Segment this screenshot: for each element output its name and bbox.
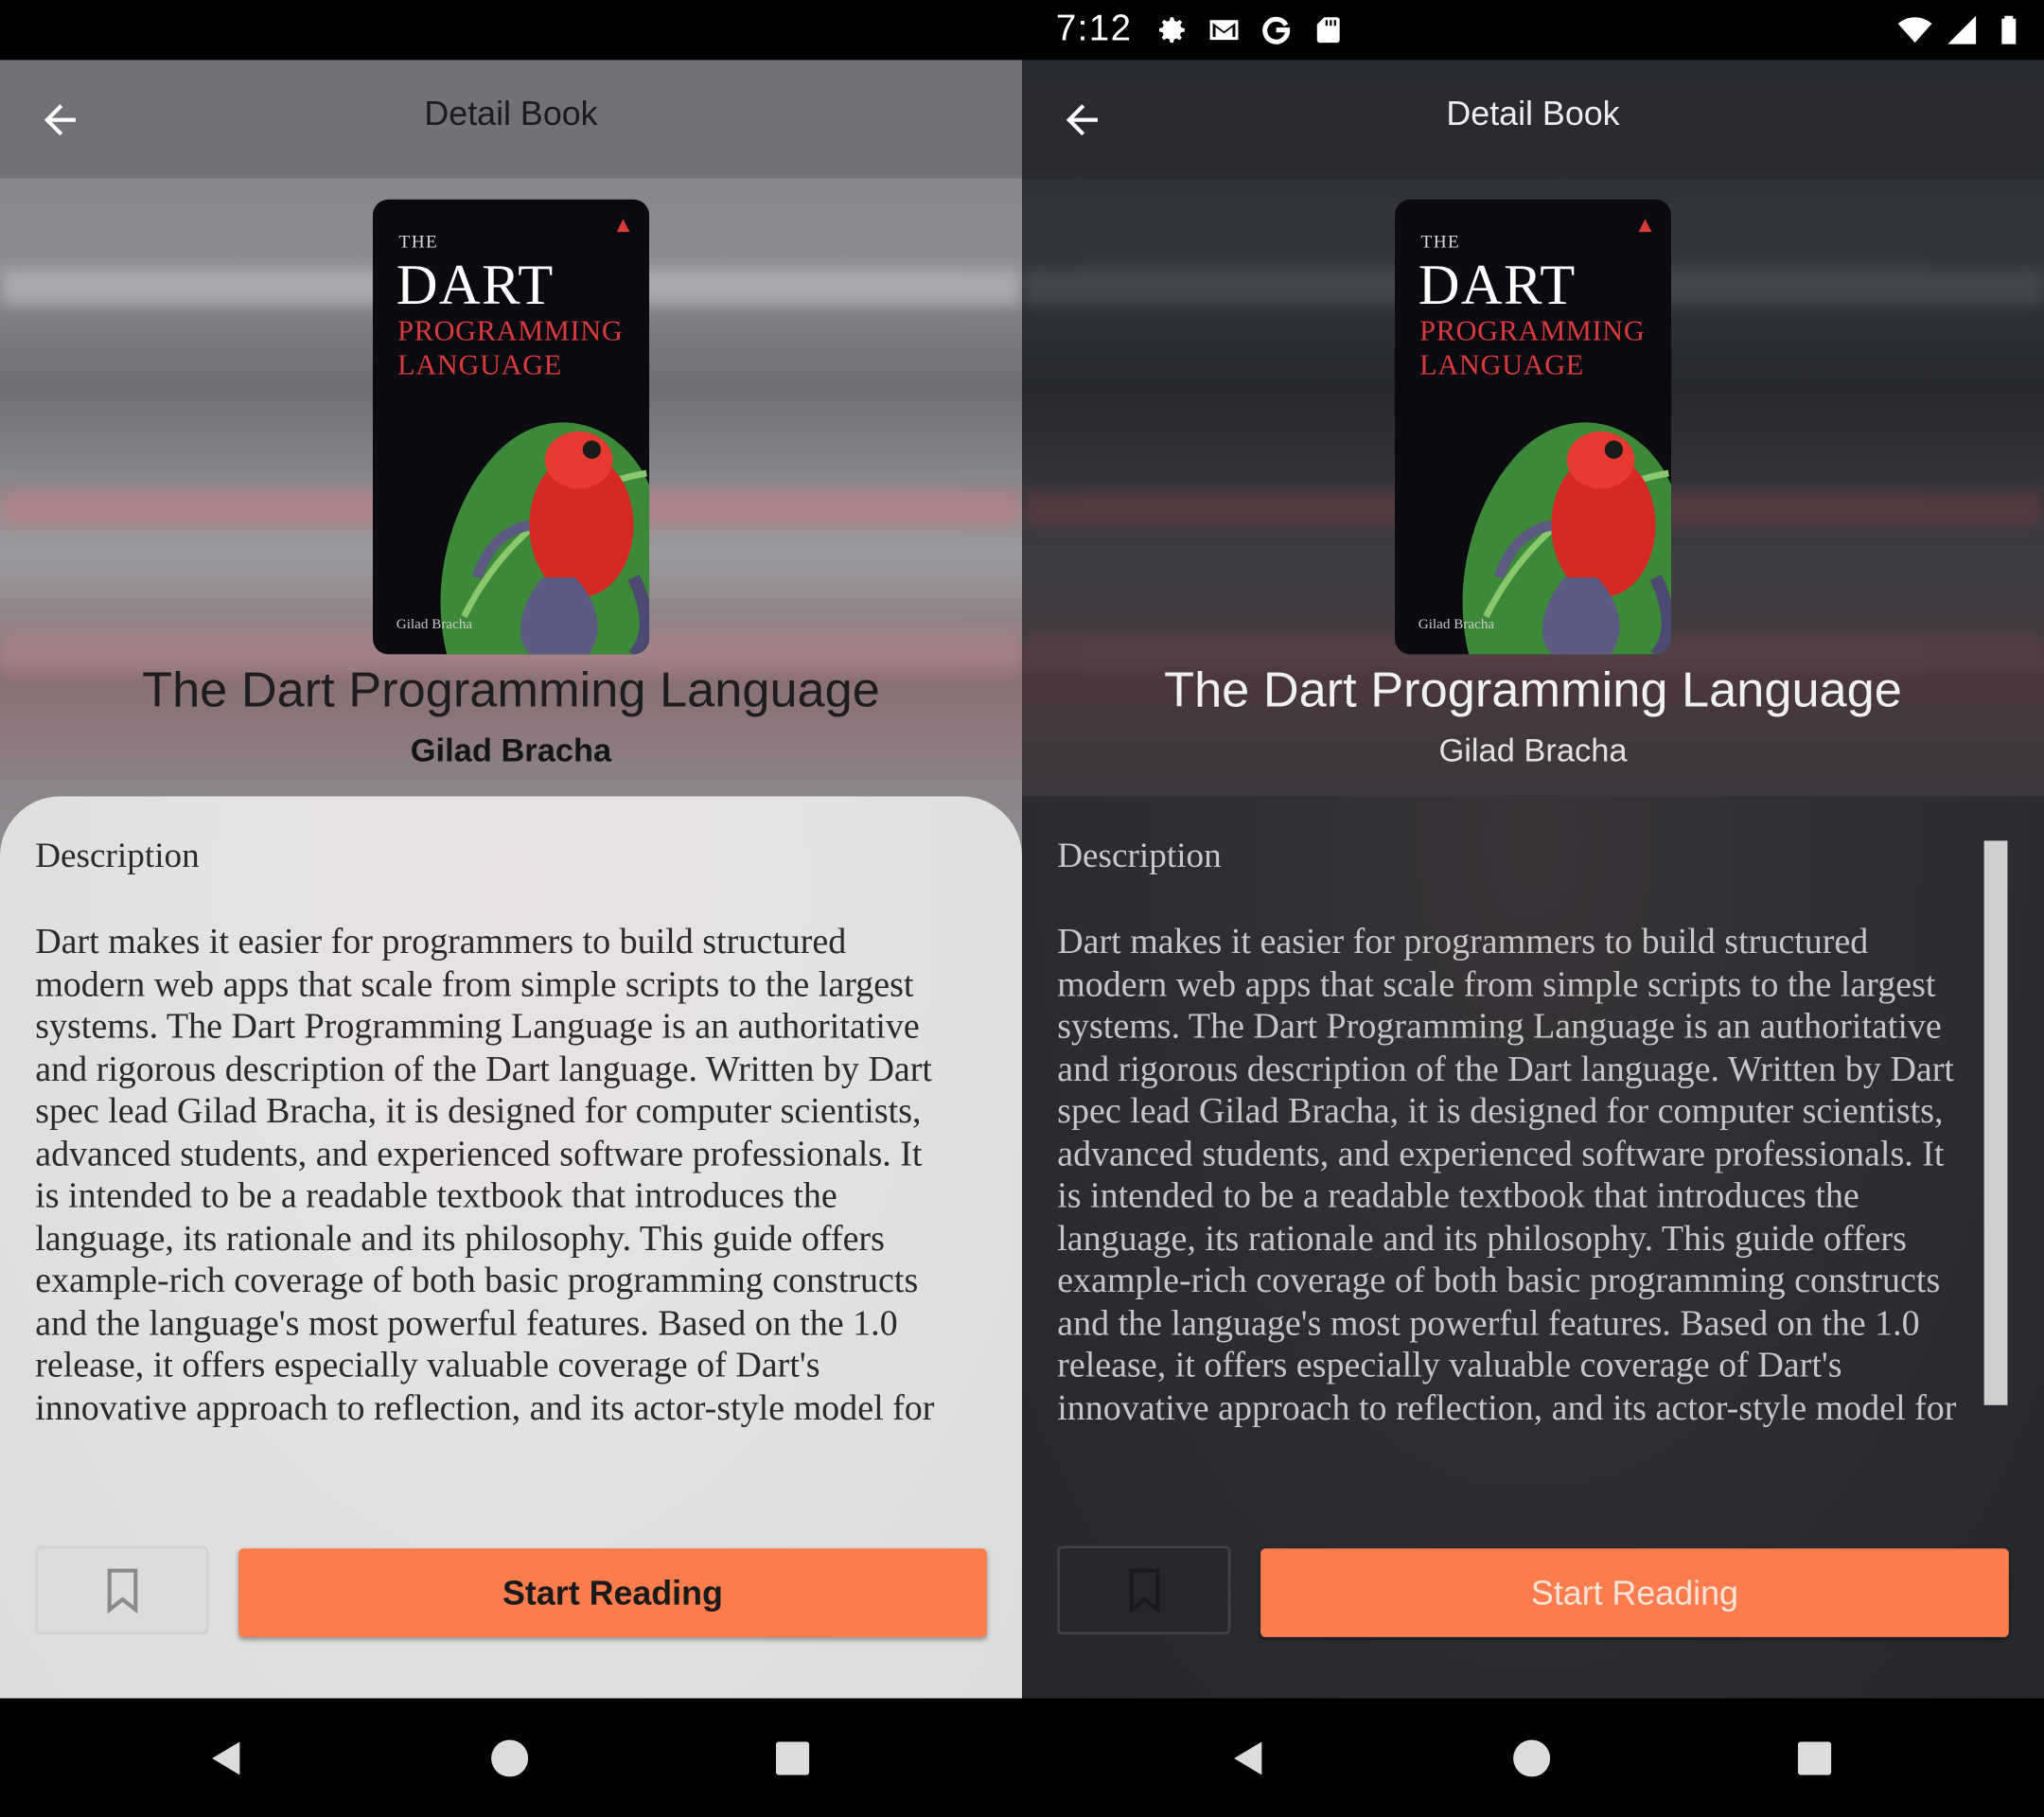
cover-dart-label: DART <box>396 253 555 317</box>
app-bar: Detail Book <box>1021 60 2044 179</box>
description-text[interactable]: Dart makes it easier for programmers to … <box>1057 920 1969 1520</box>
cover-author-label: Gilad Bracha <box>1418 616 1495 633</box>
status-bar: 7:12 <box>0 0 2044 61</box>
signal-icon <box>1945 13 1979 47</box>
cover-programming-label: PROGRAMMING <box>1419 313 1646 347</box>
book-title: The Dart Programming Language <box>142 663 880 718</box>
settings-icon <box>1155 13 1189 47</box>
bookmark-button[interactable] <box>35 1545 209 1635</box>
description-sheet: Description Dart makes it easier for pro… <box>0 796 1022 1699</box>
book-cover[interactable]: THE DART PROGRAMMING LANGUAGE Gilad Brac… <box>1394 199 1672 655</box>
status-left-icons <box>1155 13 1346 47</box>
description-scrollbar[interactable] <box>1983 840 2008 1405</box>
screenshot-stage: 7:12 Detail Book THE DART PROGRAMMING LA… <box>0 0 2044 1817</box>
recents-square-icon <box>775 1741 810 1775</box>
detail-screen-light: Detail Book THE DART PROGRAMMING LANGUAG… <box>0 60 1022 1699</box>
nav-recents-button[interactable] <box>766 1732 819 1784</box>
detail-screen-dark: Detail Book THE DART PROGRAMMING LANGUAG… <box>1021 60 2044 1699</box>
description-heading: Description <box>35 835 200 875</box>
frog-on-leaf-image <box>1462 422 1672 655</box>
home-circle-icon <box>1513 1739 1551 1777</box>
status-right-icons <box>1897 13 2026 47</box>
wifi-icon <box>1897 13 1932 47</box>
nav-home-button[interactable] <box>1506 1732 1558 1784</box>
bookmark-button[interactable] <box>1057 1545 1231 1635</box>
cover-author-label: Gilad Bracha <box>396 616 473 633</box>
cover-language-label: LANGUAGE <box>397 347 563 381</box>
status-time: 7:12 <box>1055 8 1133 48</box>
nav-recents-button[interactable] <box>1788 1732 1841 1784</box>
recents-square-icon <box>1797 1741 1832 1775</box>
google-icon <box>1260 13 1294 47</box>
cover-programming-label: PROGRAMMING <box>397 313 624 347</box>
back-triangle-icon <box>1234 1741 1262 1775</box>
gmail-icon <box>1207 13 1242 47</box>
bookmark-icon <box>106 1568 137 1614</box>
cover-dart-label: DART <box>1418 253 1577 317</box>
book-cover[interactable]: THE DART PROGRAMMING LANGUAGE Gilad Brac… <box>372 199 650 655</box>
book-title: The Dart Programming Language <box>1164 663 1902 718</box>
app-bar: Detail Book <box>0 60 1022 179</box>
nav-home-button[interactable] <box>484 1732 536 1784</box>
book-author: Gilad Bracha <box>1438 732 1628 769</box>
description-text[interactable]: Dart makes it easier for programmers to … <box>35 920 947 1520</box>
system-nav-bar <box>0 1698 2044 1817</box>
book-author: Gilad Bracha <box>410 732 612 769</box>
back-triangle-icon <box>212 1741 240 1775</box>
description-heading: Description <box>1057 835 1222 875</box>
description-sheet: Description Dart makes it easier for pro… <box>1021 796 2044 1699</box>
cover-language-label: LANGUAGE <box>1419 347 1585 381</box>
nav-back-button[interactable] <box>201 1732 253 1784</box>
battery-icon <box>1992 13 2026 47</box>
nav-back-button[interactable] <box>1223 1732 1275 1784</box>
start-reading-button[interactable]: Start Reading <box>238 1548 987 1637</box>
frog-on-leaf-image <box>440 422 650 655</box>
bookmark-icon <box>1128 1568 1159 1614</box>
home-circle-icon <box>491 1739 529 1777</box>
publisher-logo-icon <box>1638 219 1652 233</box>
publisher-logo-icon <box>616 219 630 233</box>
page-title: Detail Book <box>1446 94 1620 133</box>
sd-card-icon <box>1312 13 1346 47</box>
start-reading-button[interactable]: Start Reading <box>1260 1548 2009 1637</box>
page-title: Detail Book <box>424 94 598 133</box>
